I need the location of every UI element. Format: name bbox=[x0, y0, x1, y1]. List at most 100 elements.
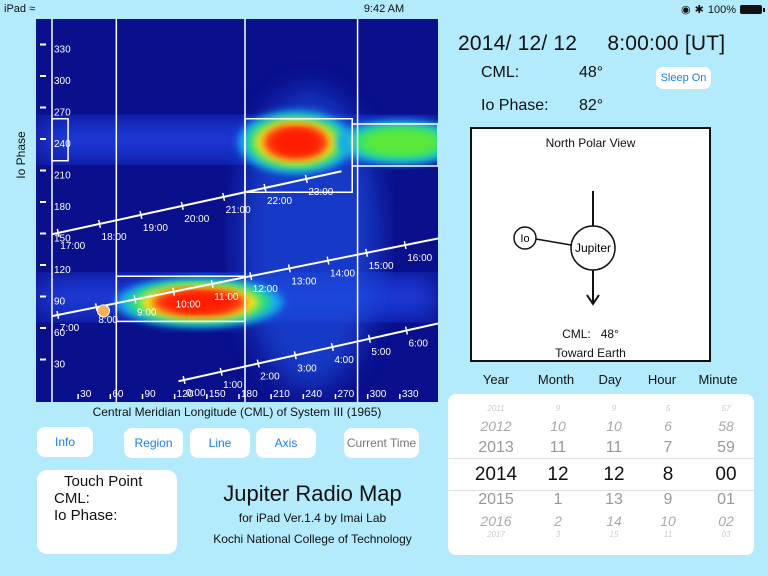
picker-option[interactable]: 6 bbox=[638, 418, 698, 434]
picker-column-hour[interactable]: 5 6 7 8 9 10 11 bbox=[638, 394, 698, 555]
picker-option[interactable]: 11 bbox=[638, 530, 698, 539]
picker-option[interactable]: 15 bbox=[584, 530, 644, 539]
date-time-picker[interactable]: 2011 2012 2013 2014 2015 2016 2017 9 10 11 12 1 2 3 9 1… bbox=[448, 394, 754, 555]
picker-selected-minute[interactable]: 00 bbox=[696, 464, 754, 486]
x-tick-label: 180 bbox=[241, 389, 258, 400]
time-label: 2:00 bbox=[260, 372, 280, 383]
polar-view-title: North Polar View bbox=[545, 136, 636, 150]
x-tick-label: 150 bbox=[209, 389, 226, 400]
picker-option[interactable]: 58 bbox=[696, 418, 754, 434]
picker-option[interactable]: 9 bbox=[528, 404, 588, 413]
picker-selected-hour[interactable]: 8 bbox=[638, 464, 698, 486]
picker-option[interactable]: 2012 bbox=[466, 418, 526, 434]
time-label: 9:00 bbox=[137, 307, 157, 318]
picker-column-month[interactable]: 9 10 11 12 1 2 3 bbox=[528, 394, 588, 555]
battery-icon bbox=[740, 5, 765, 14]
y-tick-label: 270 bbox=[54, 108, 71, 119]
line-button[interactable]: Line bbox=[190, 428, 250, 458]
app-school: Kochi National College of Technology bbox=[213, 532, 412, 546]
time-label: 3:00 bbox=[297, 363, 317, 374]
picker-option[interactable]: 2016 bbox=[466, 513, 526, 529]
x-tick-label: 90 bbox=[145, 389, 157, 400]
x-tick-label: 300 bbox=[370, 389, 387, 400]
picker-column-day[interactable]: 9 10 11 12 13 14 15 bbox=[584, 394, 644, 555]
picker-option[interactable]: 14 bbox=[584, 513, 644, 529]
time-label: 15:00 bbox=[369, 261, 394, 272]
picker-selected-year[interactable]: 2014 bbox=[466, 464, 526, 486]
y-tick-label: 330 bbox=[54, 45, 71, 56]
time-label: 14:00 bbox=[330, 269, 355, 280]
picker-option[interactable]: 03 bbox=[696, 530, 754, 539]
app-subtitle: for iPad Ver.1.4 by Imai Lab bbox=[238, 511, 387, 525]
picker-option[interactable]: 9 bbox=[584, 404, 644, 413]
datetime-display: 2014/ 12/ 12 8:00:00 [UT] bbox=[458, 32, 726, 55]
y-tick-label: 300 bbox=[54, 76, 71, 87]
app-title: Jupiter Radio Map bbox=[223, 481, 402, 506]
y-tick-label: 240 bbox=[54, 139, 71, 150]
touch-point-panel: Touch Point CML: Io Phase: bbox=[37, 470, 177, 554]
time-label: 23:00 bbox=[308, 187, 333, 198]
y-tick-label: 180 bbox=[54, 202, 71, 213]
picker-option[interactable]: 11 bbox=[528, 439, 588, 457]
time-label: 12:00 bbox=[253, 284, 278, 295]
hotspot-io-a bbox=[271, 129, 321, 156]
picker-option[interactable]: 1 bbox=[528, 491, 588, 509]
picker-option[interactable]: 01 bbox=[696, 491, 754, 509]
picker-option[interactable]: 10 bbox=[584, 418, 644, 434]
picker-option[interactable]: 7 bbox=[638, 439, 698, 457]
picker-selected-day[interactable]: 12 bbox=[584, 464, 644, 486]
x-tick-label: 240 bbox=[305, 389, 322, 400]
picker-option[interactable]: 59 bbox=[696, 439, 754, 457]
touch-point-title: Touch Point bbox=[64, 473, 143, 490]
y-tick-label: 210 bbox=[54, 171, 71, 182]
picker-option[interactable]: 2013 bbox=[466, 439, 526, 457]
y-axis-title: Io Phase bbox=[14, 131, 28, 179]
time-label: 5:00 bbox=[371, 347, 391, 358]
time-label: 13:00 bbox=[291, 276, 316, 287]
region-button[interactable]: Region bbox=[124, 428, 183, 458]
picker-option[interactable]: 2011 bbox=[466, 404, 526, 413]
time-label: 4:00 bbox=[334, 355, 354, 366]
time-label: 6:00 bbox=[408, 339, 428, 350]
picker-option[interactable]: 9 bbox=[638, 491, 698, 509]
cml-value: 48° bbox=[579, 64, 604, 81]
picker-option[interactable]: 10 bbox=[528, 418, 588, 434]
picker-option[interactable]: 5 bbox=[638, 404, 698, 413]
info-button[interactable]: Info bbox=[37, 427, 93, 457]
io-label: Io bbox=[520, 233, 529, 245]
radio-map[interactable]: 7:00 8:00 9:00 10:00 11:00 12:00 13:00 14:00 15:… bbox=[36, 19, 438, 402]
current-position-marker bbox=[96, 304, 110, 318]
bluetooth-icon: ✱ bbox=[694, 4, 704, 16]
radio-map-canvas[interactable]: 7:008:009:0010:0011:0012:0013:0014:0015:… bbox=[36, 19, 438, 402]
current-time-button[interactable]: Current Time bbox=[344, 428, 419, 458]
north-polar-view: Io Jupiter North Polar View CML: 48° Tow… bbox=[470, 127, 711, 362]
location-icon: ◉ bbox=[681, 4, 691, 16]
picker-option[interactable]: 2017 bbox=[466, 530, 526, 539]
picker-column-year[interactable]: 2011 2012 2013 2014 2015 2016 2017 bbox=[466, 394, 526, 555]
picker-option[interactable]: 02 bbox=[696, 513, 754, 529]
time-label: 11:00 bbox=[214, 292, 239, 303]
picker-option[interactable]: 57 bbox=[696, 404, 754, 413]
x-tick-label: 210 bbox=[273, 389, 290, 400]
picker-option[interactable]: 10 bbox=[638, 513, 698, 529]
io-phase-label: Io Phase: bbox=[481, 97, 549, 114]
y-tick-label: 60 bbox=[54, 328, 66, 339]
picker-selected-month[interactable]: 12 bbox=[528, 464, 588, 486]
picker-header-month: Month bbox=[537, 372, 575, 387]
picker-option[interactable]: 13 bbox=[584, 491, 644, 509]
time-label: 18:00 bbox=[102, 232, 127, 243]
polar-cml-text: CML: 48° bbox=[562, 327, 619, 341]
sleep-button[interactable]: Sleep On bbox=[656, 67, 711, 89]
io-connector-line bbox=[535, 238, 572, 246]
touch-point-io-label: Io Phase: bbox=[54, 507, 118, 524]
picker-option[interactable]: 2 bbox=[528, 513, 588, 529]
x-tick-label: 330 bbox=[402, 389, 419, 400]
axis-button[interactable]: Axis bbox=[256, 428, 316, 458]
picker-option[interactable]: 2015 bbox=[466, 491, 526, 509]
picker-option[interactable]: 11 bbox=[584, 439, 644, 457]
touch-point-cml-label: CML: bbox=[54, 490, 90, 507]
picker-header-minute: Minute bbox=[698, 372, 738, 387]
picker-column-minute[interactable]: 57 58 59 00 01 02 03 bbox=[696, 394, 754, 555]
picker-option[interactable]: 3 bbox=[528, 530, 588, 539]
status-bar: iPad ≈ 9:42 AM ◉ ✱ 100% bbox=[0, 0, 768, 18]
